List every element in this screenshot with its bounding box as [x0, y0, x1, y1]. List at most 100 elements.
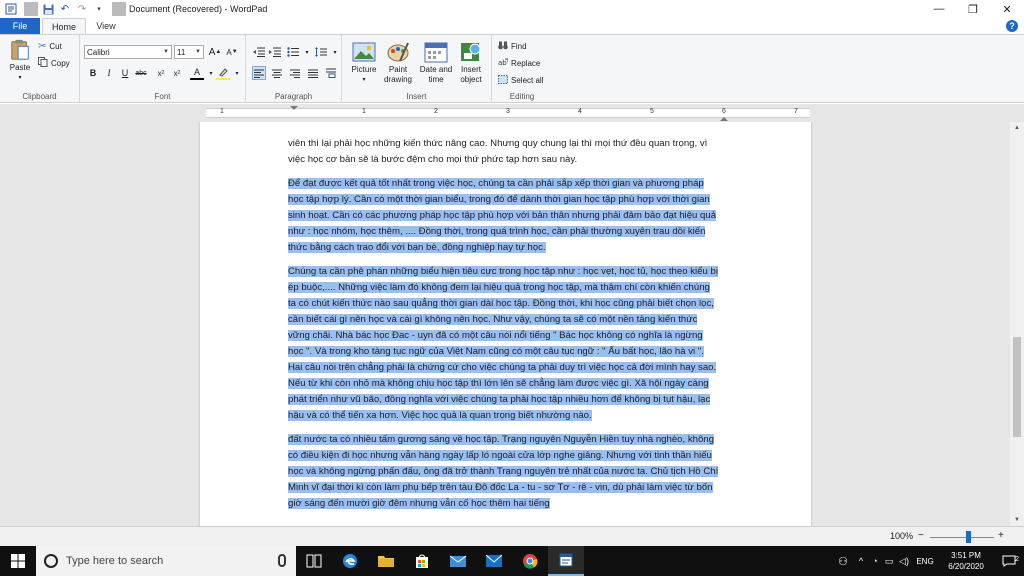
shrink-font-icon[interactable]: A ▼: [225, 45, 239, 59]
chevron-down-icon[interactable]: ▾: [230, 66, 244, 80]
language-indicator[interactable]: ENG: [912, 557, 938, 566]
mail-icon[interactable]: [476, 546, 512, 576]
insert-group: Picture ▾ Paint drawing Date and time In…: [342, 35, 492, 103]
tab-home[interactable]: Home: [42, 18, 86, 34]
paragraph-settings-icon[interactable]: [324, 66, 338, 80]
paragraph-4[interactable]: đất nước ta có nhiều tấm gương sáng về h…: [288, 432, 720, 512]
help-icon[interactable]: ?: [1006, 20, 1018, 32]
increase-indent-icon[interactable]: [268, 45, 282, 59]
ruler-track[interactable]: 1 1 2 3 4 5 6 7: [206, 106, 810, 121]
undo-icon[interactable]: ↶: [58, 2, 72, 16]
paragraph-1[interactable]: viên thì lại phải học những kiến thức nâ…: [288, 136, 720, 168]
scroll-down-icon[interactable]: ▼: [1010, 514, 1024, 526]
copy-icon: [38, 57, 48, 69]
settings-icon[interactable]: [440, 546, 476, 576]
document-text[interactable]: viên thì lại phải học những kiến thức nâ…: [288, 136, 720, 520]
store-icon[interactable]: [404, 546, 440, 576]
customize-quick-access-icon[interactable]: ▾: [92, 2, 106, 16]
start-button[interactable]: [0, 546, 36, 576]
font-family-select[interactable]: Calibri ▼: [84, 45, 172, 59]
vertical-scrollbar[interactable]: ▲ ▼: [1010, 122, 1024, 526]
chevron-down-icon[interactable]: ▾: [300, 45, 314, 59]
underline-icon[interactable]: U: [118, 66, 132, 80]
highlight-icon[interactable]: [216, 66, 230, 80]
zoom-out-button[interactable]: −: [918, 530, 924, 541]
paint-drawing-label-2: drawing: [383, 75, 412, 84]
file-explorer-icon[interactable]: [368, 546, 404, 576]
save-icon[interactable]: [41, 2, 55, 16]
paste-button[interactable]: Paste ▾: [6, 39, 34, 83]
tab-file[interactable]: File: [0, 18, 40, 34]
taskbar: Type here to search ⚇ ^ ◔ ▭ ◁) ENG 3:51 …: [0, 546, 1024, 576]
close-button[interactable]: ✕: [990, 0, 1024, 18]
ruler-number: 5: [650, 108, 654, 115]
notification-badge: 2: [1015, 556, 1019, 563]
restore-button[interactable]: ❐: [956, 0, 990, 18]
ruler-number: 3: [506, 108, 510, 115]
line-spacing-icon[interactable]: [314, 45, 328, 59]
people-icon[interactable]: ⚇: [832, 555, 854, 568]
search-placeholder: Type here to search: [66, 555, 164, 567]
right-indent-marker[interactable]: [720, 117, 728, 121]
select-all-button[interactable]: Select all: [498, 75, 543, 86]
taskbar-search-input[interactable]: Type here to search: [36, 546, 296, 576]
scrollbar-thumb[interactable]: [1013, 337, 1021, 437]
bold-icon[interactable]: B: [86, 66, 100, 80]
superscript-icon[interactable]: x2: [170, 66, 184, 80]
task-view-icon[interactable]: [296, 546, 332, 576]
action-center-icon[interactable]: 2: [994, 555, 1024, 567]
subscript-icon[interactable]: x2: [154, 66, 168, 80]
align-center-icon[interactable]: [270, 66, 284, 80]
minimize-button[interactable]: —: [922, 0, 956, 18]
clock[interactable]: 3:51 PM 6/20/2020: [938, 550, 994, 572]
find-button[interactable]: Find: [498, 41, 527, 52]
chevron-down-icon[interactable]: ▾: [328, 45, 342, 59]
scroll-up-icon[interactable]: ▲: [1010, 122, 1024, 134]
microphone-icon[interactable]: [278, 554, 286, 567]
paragraph-2-text[interactable]: Để đạt được kết quả tốt nhất trong việc …: [288, 178, 717, 253]
align-left-icon[interactable]: [252, 66, 266, 80]
grow-font-icon[interactable]: A ▲: [208, 45, 222, 59]
zoom-slider-thumb[interactable]: [966, 531, 971, 543]
strikethrough-icon[interactable]: abc: [134, 66, 148, 80]
paragraph-3[interactable]: Chúng ta cần phê phán những biểu hiện ti…: [288, 264, 720, 424]
replace-label: Replace: [511, 59, 541, 68]
show-hidden-icons-icon[interactable]: ^: [854, 556, 868, 566]
font-color-icon[interactable]: A: [190, 66, 204, 80]
ruler[interactable]: 1 1 2 3 4 5 6 7: [0, 104, 1024, 122]
chrome-icon[interactable]: [512, 546, 548, 576]
font-size-select[interactable]: 11 ▼: [174, 45, 204, 59]
cut-button[interactable]: ✂ Cut: [38, 41, 62, 52]
battery-icon[interactable]: ▭: [882, 556, 896, 567]
replace-button[interactable]: ab Replace: [498, 58, 540, 69]
clock-date: 6/20/2020: [948, 562, 984, 571]
document-area[interactable]: viên thì lại phải học những kiến thức nâ…: [0, 122, 1010, 526]
document-page[interactable]: viên thì lại phải học những kiến thức nâ…: [200, 122, 811, 526]
paragraph-4-text[interactable]: đất nước ta có nhiều tấm gương sáng về h…: [288, 434, 719, 509]
copy-button[interactable]: Copy: [38, 57, 70, 69]
insert-object-button[interactable]: Insert object: [454, 41, 488, 85]
paint-drawing-button[interactable]: Paint drawing: [380, 41, 416, 85]
network-icon[interactable]: ◔: [868, 556, 882, 566]
italic-icon[interactable]: I: [102, 66, 116, 80]
decrease-indent-icon[interactable]: [252, 45, 266, 59]
wordpad-app-icon[interactable]: [4, 2, 18, 16]
justify-icon[interactable]: [306, 66, 320, 80]
paragraph-3-text[interactable]: Chúng ta cần phê phán những biểu hiện ti…: [288, 266, 718, 421]
zoom-in-button[interactable]: +: [998, 530, 1004, 541]
redo-icon[interactable]: ↷: [75, 2, 89, 16]
paragraph-2[interactable]: Để đạt được kết quả tốt nhất trong việc …: [288, 176, 720, 256]
left-indent-marker[interactable]: [290, 106, 298, 110]
tab-view[interactable]: View: [88, 18, 124, 34]
wordpad-taskbar-icon[interactable]: [548, 546, 584, 576]
picture-button[interactable]: Picture ▾: [348, 41, 380, 85]
edge-browser-icon[interactable]: [332, 546, 368, 576]
date-time-button[interactable]: Date and time: [418, 41, 454, 85]
zoom-slider[interactable]: [930, 537, 994, 538]
paragraph-group-label: Paragraph: [274, 92, 313, 101]
paragraph-1-text[interactable]: viên thì lại phải học những kiến thức nâ…: [288, 138, 707, 165]
volume-icon[interactable]: ◁): [896, 556, 912, 567]
search-icon: [44, 554, 58, 568]
bullet-list-icon[interactable]: [286, 45, 300, 59]
align-right-icon[interactable]: [288, 66, 302, 80]
